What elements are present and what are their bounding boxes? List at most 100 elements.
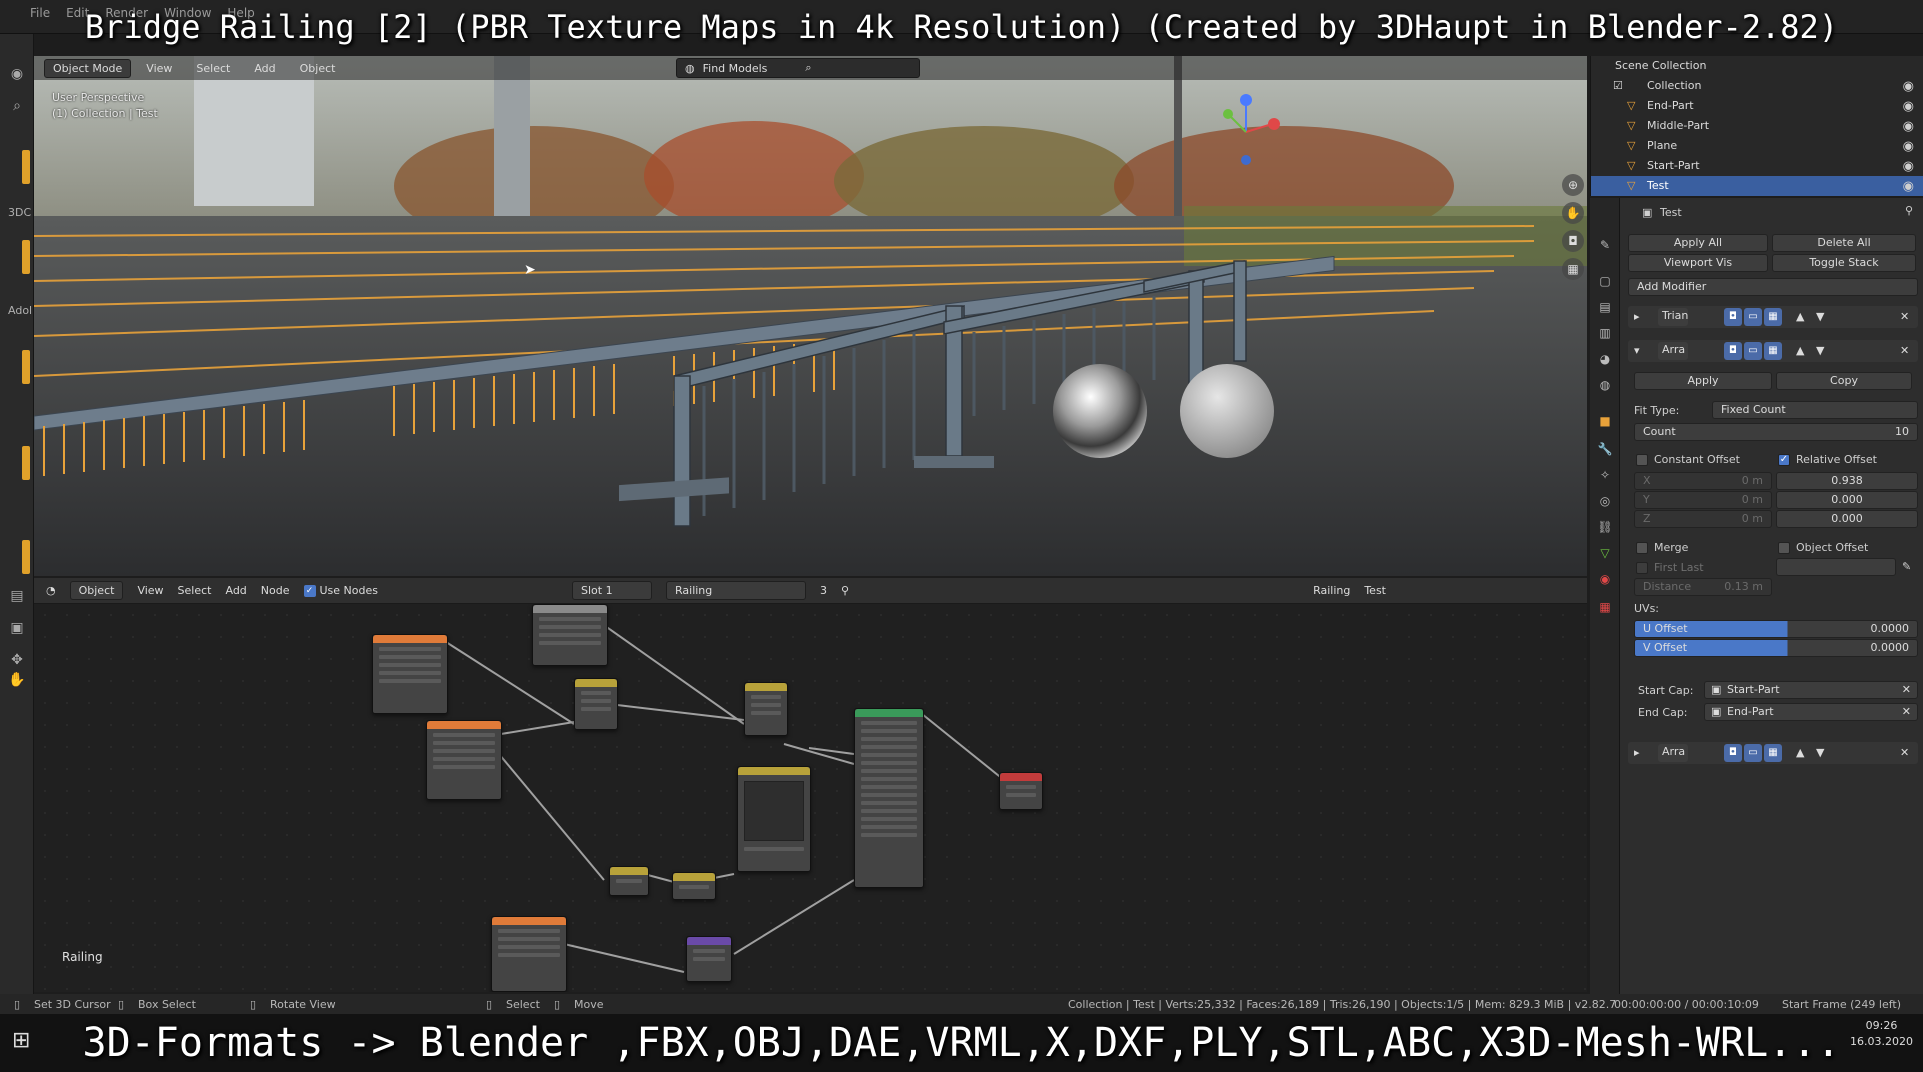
viewport-icon[interactable]: ▭ bbox=[1744, 744, 1762, 762]
pin-icon[interactable]: ⚲ bbox=[1905, 204, 1913, 217]
camera-icon[interactable]: ◘ bbox=[1724, 342, 1742, 360]
eye-icon[interactable]: ◉ bbox=[1903, 99, 1914, 114]
outliner-item[interactable]: ▽ Middle-Part ◉ bbox=[1591, 116, 1923, 136]
outliner-scene-collection[interactable]: Scene Collection bbox=[1591, 56, 1923, 76]
count-field[interactable]: Count 10 bbox=[1634, 423, 1918, 441]
zoom-icon[interactable]: ⊕ bbox=[1562, 174, 1584, 196]
fit-type-dropdown[interactable]: Fixed Count bbox=[1712, 401, 1918, 419]
up-arrow-icon[interactable]: ▲ bbox=[1796, 746, 1804, 759]
eye-icon[interactable]: ◉ bbox=[1903, 159, 1914, 174]
up-arrow-icon[interactable]: ▲ bbox=[1796, 310, 1804, 323]
editor-type-icon[interactable]: ▤ bbox=[7, 586, 27, 606]
down-arrow-icon[interactable]: ▼ bbox=[1816, 310, 1824, 323]
editor-type-icon[interactable]: ◔ bbox=[46, 584, 56, 597]
eyedropper-icon[interactable]: ✎ bbox=[1902, 560, 1911, 573]
texture-node[interactable] bbox=[532, 604, 608, 666]
eye-icon[interactable]: ◉ bbox=[1903, 79, 1914, 94]
node-object-select[interactable]: Object bbox=[69, 581, 124, 600]
modifier-header-triangulate[interactable]: ▸ Trian ◘ ▭ ▦ ▲ ▼ ✕ bbox=[1628, 306, 1918, 328]
search-icon[interactable]: ⌕ bbox=[7, 96, 27, 116]
editmode-icon[interactable]: ▦ bbox=[1764, 744, 1782, 762]
apply-button[interactable]: Apply bbox=[1634, 372, 1772, 390]
apply-all-button[interactable]: Apply All bbox=[1628, 234, 1768, 252]
constant-x-field[interactable]: X 0 m bbox=[1634, 472, 1772, 490]
modifier-name[interactable]: Trian bbox=[1658, 308, 1688, 326]
vector-node[interactable] bbox=[686, 936, 732, 982]
eye-icon[interactable]: ◉ bbox=[1903, 179, 1914, 194]
close-icon[interactable]: ✕ bbox=[1900, 310, 1909, 323]
scene-tab-icon[interactable]: ◕ bbox=[1596, 350, 1614, 368]
particles-tab-icon[interactable]: ✧ bbox=[1596, 466, 1614, 484]
grid-icon[interactable]: ▦ bbox=[1562, 258, 1584, 280]
converter-node[interactable] bbox=[609, 866, 649, 896]
hand-icon[interactable]: ✋ bbox=[7, 670, 27, 690]
image-icon[interactable]: ▣ bbox=[7, 618, 27, 638]
end-cap-field[interactable]: ▣ End-Part ✕ bbox=[1704, 703, 1918, 721]
camera-icon[interactable]: ◘ bbox=[1724, 308, 1742, 326]
viewport-menu-view[interactable]: View bbox=[137, 59, 181, 78]
tool-tab-icon[interactable]: ✎ bbox=[1596, 236, 1614, 254]
viewport-menu-add[interactable]: Add bbox=[245, 59, 284, 78]
distance-field[interactable]: Distance 0.13 m bbox=[1634, 578, 1772, 596]
material-field[interactable]: Railing bbox=[666, 581, 806, 600]
constant-offset-checkbox[interactable] bbox=[1636, 454, 1648, 466]
expand-arrow-icon[interactable]: ▸ bbox=[1634, 746, 1640, 759]
modifier-tab-icon[interactable]: 🔧 bbox=[1596, 440, 1614, 458]
output-tab-icon[interactable]: ▤ bbox=[1596, 298, 1614, 316]
search-icon[interactable]: ⌕ bbox=[805, 61, 811, 75]
outliner-item[interactable]: ▽ Start-Part ◉ bbox=[1591, 156, 1923, 176]
node-menu-node[interactable]: Node bbox=[261, 584, 290, 597]
outliner-item[interactable]: ▽ Plane ◉ bbox=[1591, 136, 1923, 156]
data-tab-icon[interactable]: ▽ bbox=[1596, 544, 1614, 562]
viewport-icon[interactable]: ▭ bbox=[1744, 308, 1762, 326]
node-menu-select[interactable]: Select bbox=[178, 584, 212, 597]
shader-node[interactable] bbox=[491, 916, 567, 992]
object-offset-checkbox[interactable] bbox=[1778, 542, 1790, 554]
principled-bsdf-node[interactable] bbox=[854, 708, 924, 888]
down-arrow-icon[interactable]: ▼ bbox=[1816, 344, 1824, 357]
close-icon[interactable]: ✕ bbox=[1900, 344, 1909, 357]
editmode-icon[interactable]: ▦ bbox=[1764, 308, 1782, 326]
shader-node[interactable] bbox=[372, 634, 448, 714]
3d-viewport[interactable]: ⊕ ✋ ◘ ▦ bbox=[34, 56, 1587, 576]
mix-node[interactable] bbox=[574, 678, 618, 730]
material-tab-icon[interactable]: ◉ bbox=[1596, 570, 1614, 588]
start-cap-field[interactable]: ▣ Start-Part ✕ bbox=[1704, 681, 1918, 699]
texture-tab-icon[interactable]: ▦ bbox=[1596, 598, 1614, 616]
physics-tab-icon[interactable]: ◎ bbox=[1596, 492, 1614, 510]
clear-icon[interactable]: ✕ bbox=[1902, 704, 1911, 720]
relative-z-field[interactable]: 0.000 bbox=[1776, 510, 1918, 528]
editmode-icon[interactable]: ▦ bbox=[1764, 342, 1782, 360]
camera-icon[interactable]: ◘ bbox=[1724, 744, 1742, 762]
outliner-collection[interactable]: ☑ Collection ◉ bbox=[1591, 76, 1923, 96]
transform-icon[interactable]: ✥ bbox=[7, 650, 27, 670]
first-last-checkbox[interactable] bbox=[1636, 562, 1648, 574]
use-nodes-toggle[interactable]: ✓ Use Nodes bbox=[303, 584, 378, 597]
constant-y-field[interactable]: Y 0 m bbox=[1634, 491, 1772, 509]
modifier-name[interactable]: Arra bbox=[1658, 744, 1688, 762]
viewport-menu-object[interactable]: Object bbox=[291, 59, 345, 78]
offset-object-field[interactable] bbox=[1776, 558, 1896, 576]
shader-node[interactable] bbox=[426, 720, 502, 800]
viewport-icon[interactable]: ▭ bbox=[1744, 342, 1762, 360]
checkbox-icon[interactable]: ☑ bbox=[1613, 79, 1623, 92]
find-models-dropdown[interactable]: ◍ Find Models ⌕ bbox=[676, 58, 920, 78]
constant-z-field[interactable]: Z 0 m bbox=[1634, 510, 1772, 528]
outliner-item[interactable]: ▽ End-Part ◉ bbox=[1591, 96, 1923, 116]
mix-node[interactable] bbox=[744, 682, 788, 736]
object-tab-icon[interactable]: ■ bbox=[1596, 412, 1614, 430]
modifier-name[interactable]: Arra bbox=[1658, 342, 1688, 360]
object-right[interactable]: Test bbox=[1364, 584, 1386, 597]
view-layer-tab-icon[interactable]: ▥ bbox=[1596, 324, 1614, 342]
relative-offset-checkbox[interactable]: ✓ bbox=[1778, 454, 1790, 466]
clear-icon[interactable]: ✕ bbox=[1902, 682, 1911, 698]
up-arrow-icon[interactable]: ▲ bbox=[1796, 344, 1804, 357]
render-tab-icon[interactable]: ▢ bbox=[1596, 272, 1614, 290]
node-menu-view[interactable]: View bbox=[137, 584, 163, 597]
outliner-item-selected[interactable]: ▽ Test ◉ bbox=[1591, 176, 1923, 196]
pin-icon[interactable]: ⚲ bbox=[841, 584, 849, 597]
rgb-curves-node[interactable] bbox=[737, 766, 811, 872]
pan-hand-icon[interactable]: ✋ bbox=[1562, 202, 1584, 224]
camera-icon[interactable]: ◘ bbox=[1562, 230, 1584, 252]
converter-node[interactable] bbox=[672, 872, 716, 900]
